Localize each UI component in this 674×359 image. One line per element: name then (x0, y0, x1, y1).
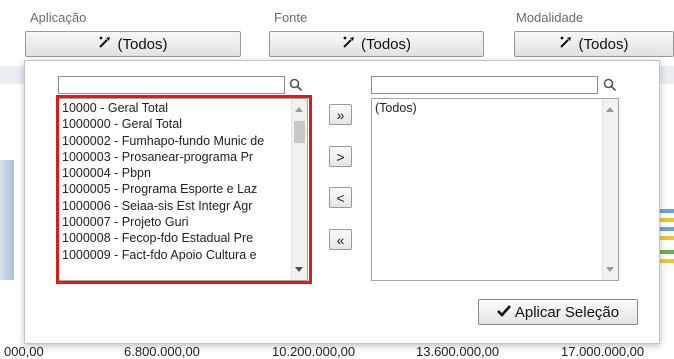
background-chart-bar (0, 160, 14, 280)
legend-stripe-yellow (660, 218, 674, 222)
scroll-up-arrow-icon[interactable] (606, 107, 614, 112)
search-icon[interactable] (603, 78, 617, 92)
selected-list-scrollbar[interactable] (602, 99, 618, 280)
clear-filter-icon (98, 35, 112, 53)
checkmark-icon (496, 304, 511, 321)
legend-stripe-yellow-3 (660, 259, 674, 263)
apply-selection-button[interactable]: Aplicar Seleção (478, 299, 638, 325)
filter-label-modalidade: Modalidade (516, 10, 584, 25)
selected-items-list[interactable]: (Todos) (371, 98, 619, 281)
legend-stripe-yellow-2 (660, 236, 674, 240)
axis-label: 13.600.000,00 (416, 344, 500, 359)
axis-label: 17.000.000,00 (561, 344, 645, 359)
filter-button-aplicacao[interactable]: (Todos) (25, 31, 241, 57)
filter-button-modalidade[interactable]: (Todos) (514, 31, 674, 57)
clear-filter-icon (559, 35, 573, 53)
legend-stripe-green (660, 250, 674, 254)
legend-stripe-blue (660, 209, 674, 213)
axis-label: 6.800.000,00 (124, 344, 200, 359)
add-button[interactable]: > (329, 146, 352, 167)
annotation-highlight-box (56, 95, 312, 284)
add-all-button[interactable]: » (329, 104, 352, 125)
selected-search-input[interactable] (371, 76, 598, 94)
filter-button-fonte[interactable]: (Todos) (269, 31, 484, 57)
filter-value: (Todos) (360, 35, 412, 53)
filter-value: (Todos) (578, 35, 629, 53)
remove-button[interactable]: < (329, 187, 352, 208)
filter-value: (Todos) (117, 35, 168, 53)
axis-label: 000,00 (4, 344, 44, 359)
filter-label-aplicacao: Aplicação (30, 10, 87, 25)
filter-label-fonte: Fonte (274, 10, 308, 25)
clear-filter-icon (342, 35, 356, 53)
apply-label: Aplicar Seleção (514, 303, 620, 321)
axis-label: 10.200.000,00 (272, 344, 356, 359)
list-item[interactable]: (Todos) (372, 100, 618, 116)
scroll-down-arrow-icon[interactable] (606, 267, 614, 272)
search-icon[interactable] (289, 78, 303, 92)
remove-all-button[interactable]: « (329, 229, 352, 250)
available-search-input[interactable] (58, 76, 285, 94)
legend-stripe-blue-2 (660, 227, 674, 231)
